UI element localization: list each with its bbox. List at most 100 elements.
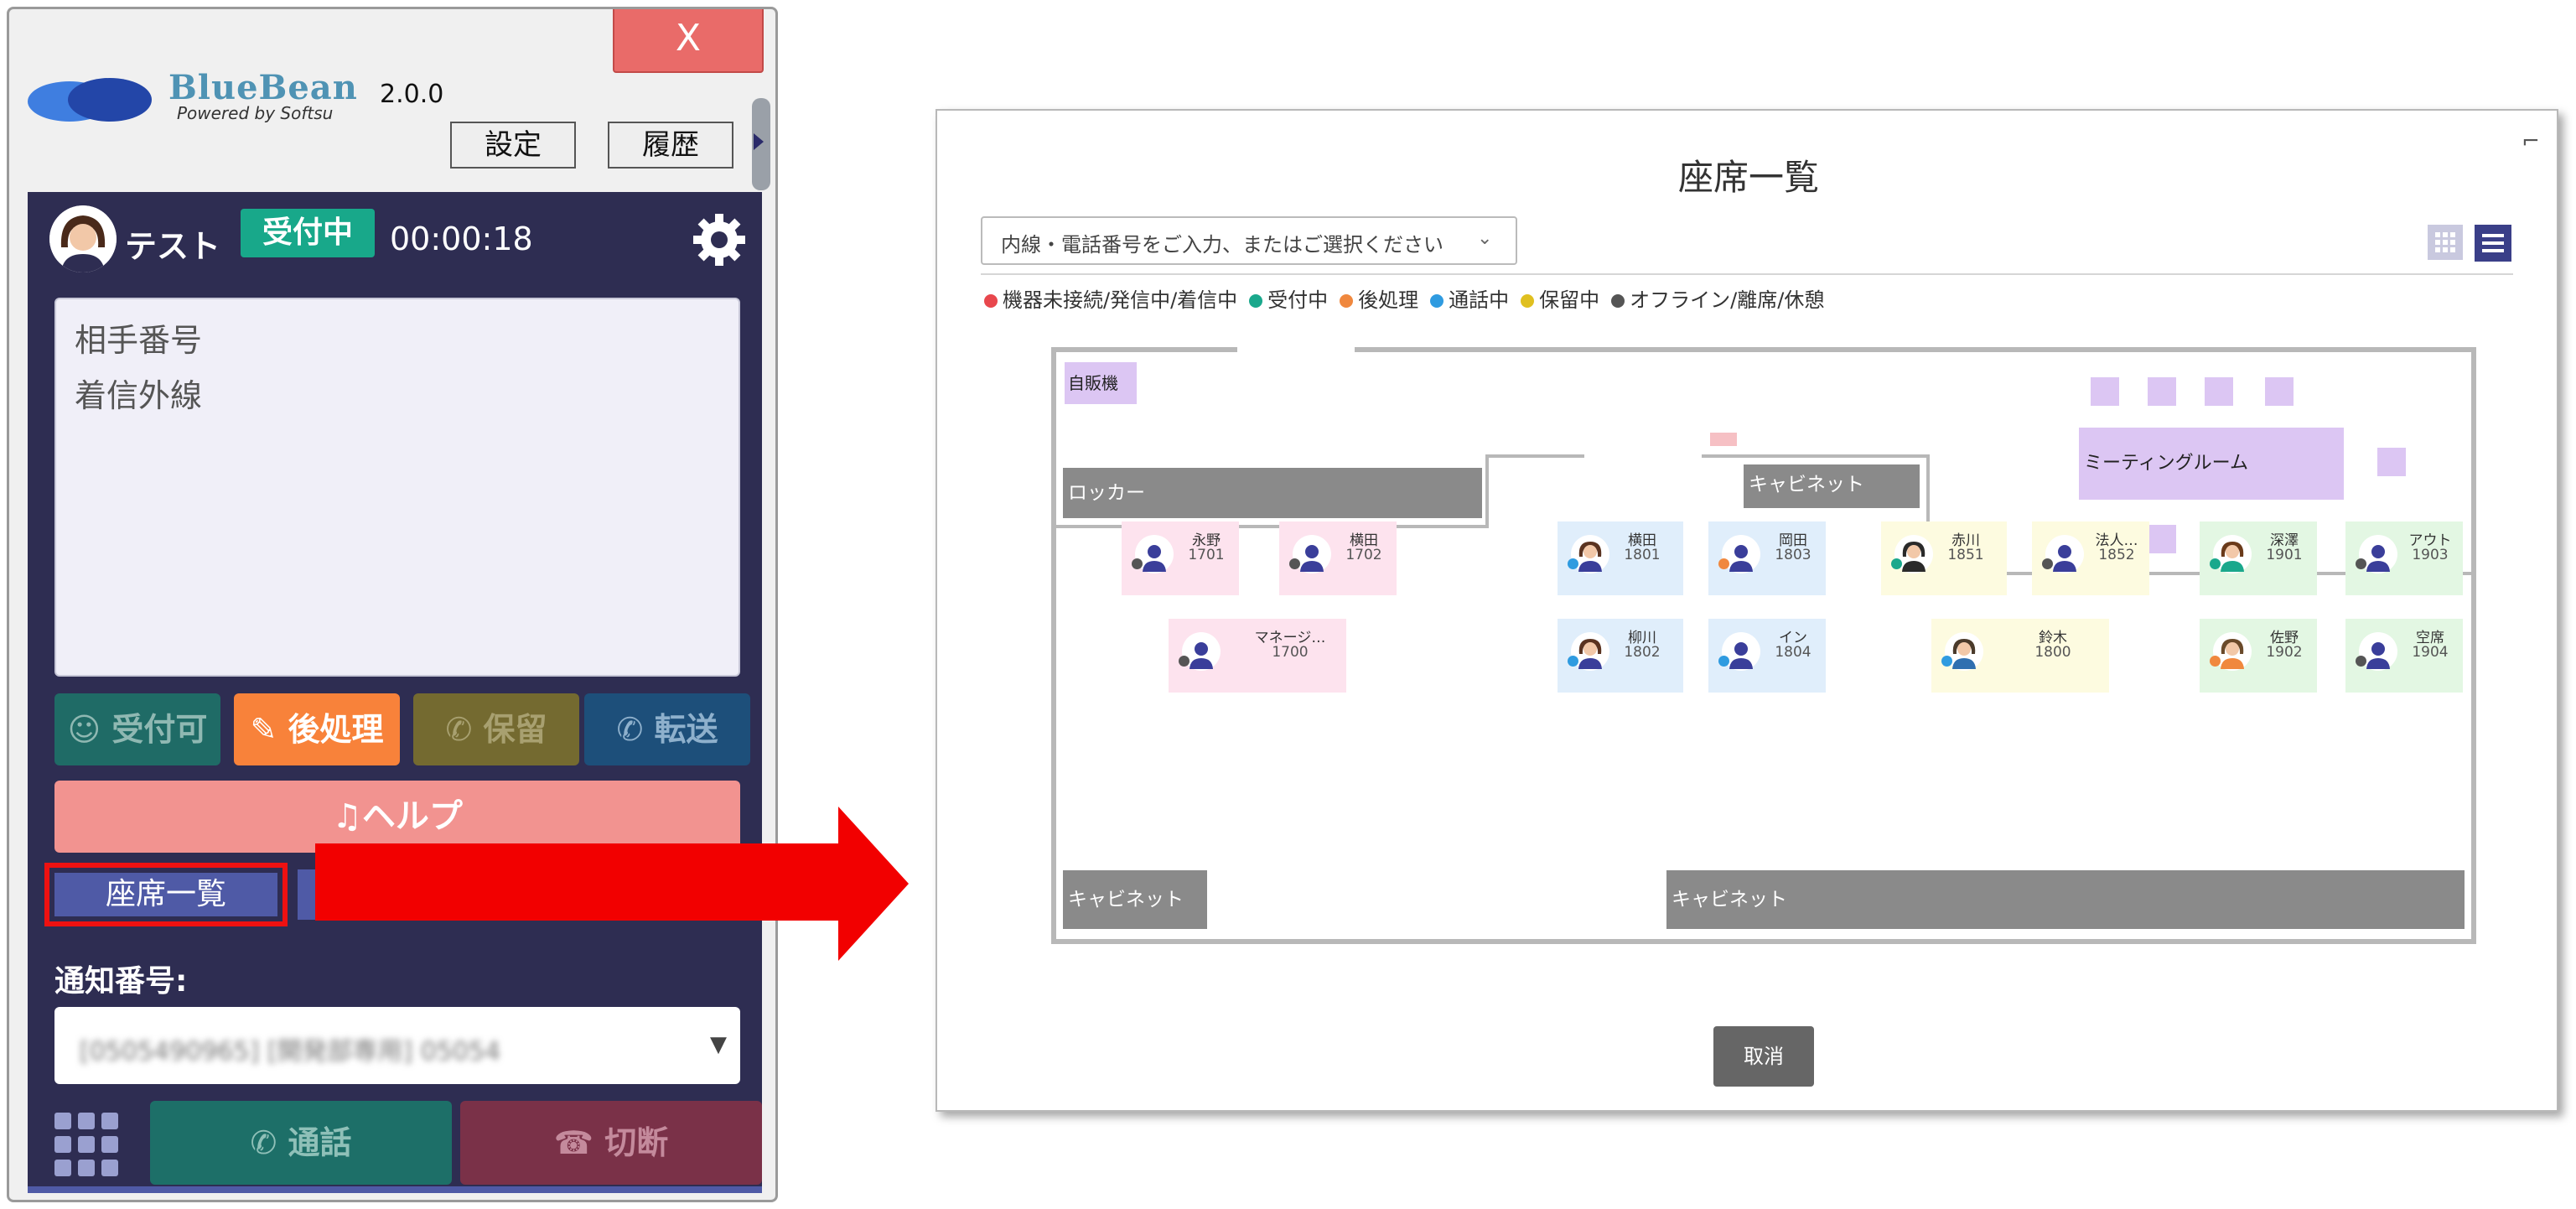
status-dot-icon	[1941, 656, 1952, 667]
seat-extension: 1801	[1624, 547, 1661, 563]
locker-area: ロッカー	[1063, 468, 1482, 518]
seat-card[interactable]: 深澤 1901	[2200, 521, 2317, 595]
status-dot-icon	[1568, 656, 1578, 667]
legend-item: 機器未接続/発信中/着信中	[984, 283, 1237, 313]
seat-card[interactable]: 鈴木 1800	[1931, 619, 2109, 693]
status-legend: 機器未接続/発信中/着信中 受付中 後処理 通話中 保留中 オフライン/離席/休憩	[984, 283, 1836, 313]
hangup-button[interactable]: ☎ 切断	[460, 1101, 762, 1185]
status-badge: 受付中	[241, 209, 375, 257]
grid-view-icon[interactable]	[2428, 225, 2463, 260]
divider	[981, 273, 2513, 275]
brand-subtitle: Powered by Softsu	[177, 103, 334, 123]
settings-button[interactable]: 設定	[450, 122, 576, 169]
notify-number-select[interactable]: [0505490965] [開発部専用] 05054 ▼	[54, 1007, 740, 1084]
status-dot-icon	[1340, 294, 1354, 308]
brand-name: BlueBean	[168, 68, 358, 107]
seat-extension: 1702	[1345, 547, 1382, 563]
notify-number-value: [0505490965] [開発部専用] 05054	[80, 1037, 501, 1066]
status-dot-icon	[984, 294, 998, 308]
seat-card[interactable]: 横田 1702	[1279, 521, 1397, 595]
transfer-button[interactable]: ✆ 転送	[584, 693, 750, 765]
seat-card[interactable]: 永野 1701	[1122, 521, 1239, 595]
chevron-down-icon: ⌄	[1477, 228, 1493, 249]
seat-card[interactable]: 法人… 1852	[2032, 521, 2149, 595]
door-marker	[1710, 433, 1737, 446]
legend-item: 後処理	[1340, 283, 1418, 313]
cabinet-bottom-right: キャビネット	[1666, 870, 2465, 929]
legend-label: 受付中	[1267, 288, 1329, 312]
status-dot-icon	[1132, 558, 1143, 569]
caller-info-box: 相手番号 着信外線	[54, 298, 740, 677]
phone-widget: X BlueBean Powered by Softsu 2.0.0 設定 履歴…	[7, 7, 778, 1202]
arrow-head	[838, 807, 909, 961]
legend-label: 保留中	[1539, 288, 1600, 312]
seat-extension: 1800	[2034, 644, 2071, 661]
highlight-frame	[44, 863, 288, 926]
panel-bottom-bar	[28, 1186, 762, 1193]
hold-label: 保留	[483, 711, 547, 748]
hold-button[interactable]: ✆ 保留	[413, 693, 579, 765]
legend-item: 通話中	[1430, 283, 1509, 313]
gear-icon[interactable]	[690, 210, 749, 269]
seat-card[interactable]: アウト 1903	[2345, 521, 2463, 595]
user-avatar	[49, 205, 117, 272]
list-view-icon[interactable]	[2475, 225, 2511, 262]
status-dot-icon	[1249, 294, 1263, 308]
resize-corner-icon[interactable]: ⌐	[2522, 129, 2540, 154]
seat-extension: 1803	[1775, 547, 1811, 563]
dialog-title: 座席一覧	[1677, 157, 1819, 198]
status-dot-icon	[2356, 656, 2366, 667]
dialpad-icon[interactable]	[54, 1113, 122, 1180]
seat-card[interactable]: マネージ… 1700	[1169, 619, 1346, 693]
seat-extension: 1903	[2412, 547, 2449, 563]
status-dot-icon	[1718, 656, 1729, 667]
legend-item: 保留中	[1521, 283, 1599, 313]
status-dot-icon	[1611, 294, 1625, 308]
call-button[interactable]: ✆ 通話	[150, 1101, 452, 1185]
extension-search-select[interactable]: 内線・電話番号をご入力、またはご選択ください ⌄	[981, 216, 1517, 265]
status-dot-icon	[1289, 558, 1300, 569]
bluebean-logo	[28, 75, 162, 125]
chevron-down-icon: ▼	[710, 1032, 727, 1057]
help-button[interactable]: ♫ヘルプ	[54, 781, 740, 853]
ready-button[interactable]: ☺ 受付可	[54, 693, 220, 765]
call-label: 通話	[288, 1124, 352, 1161]
status-dot-icon	[2210, 558, 2221, 569]
search-placeholder: 内線・電話番号をご入力、またはご選択ください	[1001, 233, 1443, 257]
status-dot-icon	[1891, 558, 1902, 569]
version-label: 2.0.0	[380, 80, 444, 109]
status-dot-icon	[1718, 558, 1729, 569]
seat-card[interactable]: 赤川 1851	[1881, 521, 2007, 595]
seat-extension: 1701	[1188, 547, 1225, 563]
seat-extension: 1700	[1272, 644, 1309, 661]
legend-item: 受付中	[1249, 283, 1328, 313]
status-dot-icon	[1179, 656, 1190, 667]
seat-extension: 1904	[2412, 644, 2449, 661]
history-button[interactable]: 履歴	[608, 122, 733, 169]
status-dot-icon	[2356, 558, 2366, 569]
seat-card[interactable]: 横田 1801	[1558, 521, 1683, 595]
legend-item: オフライン/離席/休憩	[1611, 283, 1824, 313]
seat-extension: 1851	[1947, 547, 1984, 563]
seat-card[interactable]: 佐野 1902	[2200, 619, 2317, 693]
phone-icon: ✆	[250, 1124, 277, 1161]
seat-card[interactable]: 空席 1904	[2345, 619, 2463, 693]
cabinet-top: キャビネット	[1744, 464, 1920, 508]
cancel-button[interactable]: 取消	[1713, 1026, 1814, 1087]
seat-card[interactable]: 柳川 1802	[1558, 619, 1683, 693]
seat-card[interactable]: 岡田 1803	[1708, 521, 1826, 595]
status-dot-icon	[2210, 656, 2221, 667]
legend-label: オフライン/離席/休憩	[1630, 288, 1825, 312]
notify-number-label: 通知番号:	[54, 964, 188, 999]
close-button[interactable]: X	[613, 9, 764, 73]
arrow-right-icon	[315, 843, 842, 921]
after-call-work-button[interactable]: ✎ 後処理	[234, 693, 400, 765]
seat-extension: 1852	[2098, 547, 2135, 563]
phone-transfer-icon: ✆	[616, 711, 644, 748]
legend-label: 機器未接続/発信中/着信中	[1003, 288, 1238, 312]
status-dot-icon	[1521, 294, 1535, 308]
cabinet-bottom-left: キャビネット	[1063, 870, 1207, 929]
seat-card[interactable]: イン 1804	[1708, 619, 1826, 693]
incoming-line-label: 着信外線	[75, 377, 203, 414]
help-label: ヘルプ	[361, 797, 463, 836]
